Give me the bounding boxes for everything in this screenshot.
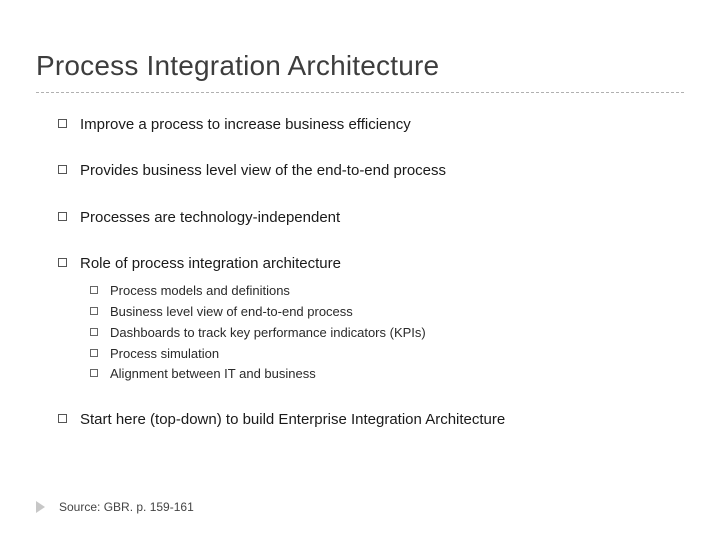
bullet-item: Role of process integration architecture…	[58, 254, 684, 384]
bullet-list: Improve a process to increase business e…	[36, 115, 684, 430]
slide: Process Integration Architecture Improve…	[0, 0, 720, 540]
sub-bullet-item: Business level view of end-to-end proces…	[90, 303, 684, 322]
bullet-item: Provides business level view of the end-…	[58, 161, 684, 181]
bullet-item: Improve a process to increase business e…	[58, 115, 684, 135]
sub-bullet-text: Process models and definitions	[110, 283, 290, 298]
bullet-item: Start here (top-down) to build Enterpris…	[58, 410, 684, 430]
bullet-text: Improve a process to increase business e…	[80, 116, 411, 133]
slide-title: Process Integration Architecture	[36, 50, 684, 82]
title-divider	[36, 92, 684, 93]
sub-bullet-text: Business level view of end-to-end proces…	[110, 304, 353, 319]
bullet-text: Start here (top-down) to build Enterpris…	[80, 411, 505, 428]
sub-bullet-list: Process models and definitions Business …	[80, 282, 684, 384]
sub-bullet-item: Alignment between IT and business	[90, 365, 684, 384]
sub-bullet-text: Dashboards to track key performance indi…	[110, 325, 426, 340]
bullet-item: Processes are technology-independent	[58, 208, 684, 228]
footer: Source: GBR. p. 159-161	[36, 500, 194, 514]
sub-bullet-item: Dashboards to track key performance indi…	[90, 324, 684, 343]
bullet-text: Provides business level view of the end-…	[80, 162, 446, 179]
bullet-text: Processes are technology-independent	[80, 209, 340, 226]
source-text: Source: GBR. p. 159-161	[59, 500, 194, 514]
sub-bullet-item: Process simulation	[90, 345, 684, 364]
sub-bullet-text: Alignment between IT and business	[110, 366, 316, 381]
sub-bullet-item: Process models and definitions	[90, 282, 684, 301]
arrow-icon	[36, 501, 45, 513]
sub-bullet-text: Process simulation	[110, 346, 219, 361]
bullet-text: Role of process integration architecture	[80, 255, 341, 272]
